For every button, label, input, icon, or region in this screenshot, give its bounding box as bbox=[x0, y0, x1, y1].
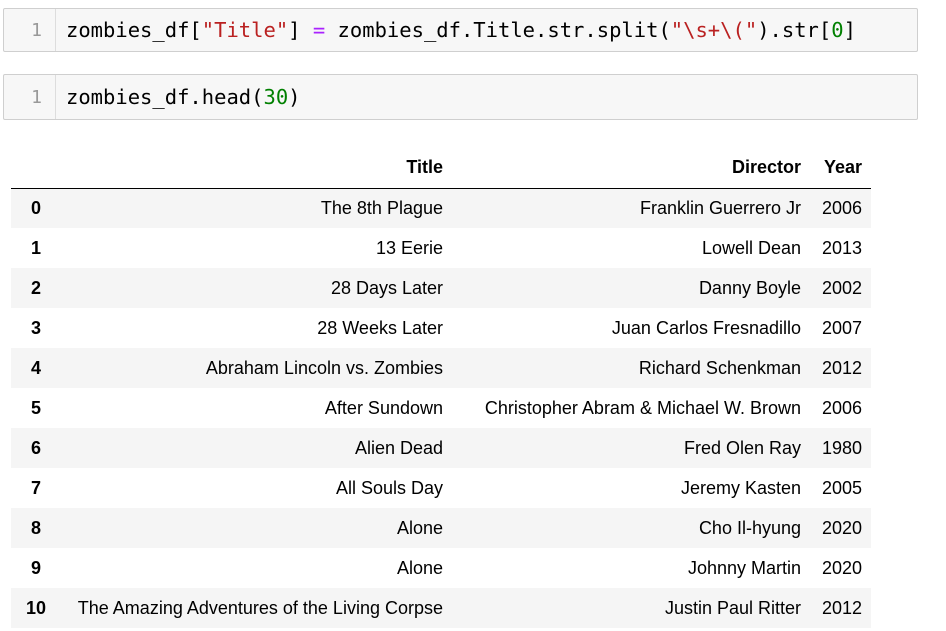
year-cell: 2020 bbox=[821, 557, 862, 578]
row-index: 1 bbox=[30, 237, 41, 258]
director-cell: Jeremy Kasten bbox=[680, 477, 801, 498]
code-token: = bbox=[312, 18, 326, 42]
director-cell: Johnny Martin bbox=[687, 557, 801, 578]
code-token: "Title" bbox=[201, 18, 289, 42]
director-cell: Lowell Dean bbox=[701, 237, 801, 258]
code-token: zombies_df[ bbox=[66, 18, 202, 42]
code-token: "\s+\(" bbox=[670, 18, 758, 42]
code-token: zombies_df.head( bbox=[66, 85, 264, 109]
director-cell: Danny Boyle bbox=[698, 277, 801, 298]
title-cell: Alien Dead bbox=[354, 437, 443, 458]
year-cell: 2020 bbox=[821, 517, 862, 538]
dataframe-output: Title Director Year 0 The 8th Plague Frank… bbox=[11, 148, 871, 628]
director-cell: Franklin Guerrero Jr bbox=[639, 197, 801, 218]
row-index: 0 bbox=[30, 197, 41, 218]
code-editor[interactable]: zombies_df["Title"] = zombies_df.Title.s… bbox=[56, 9, 917, 51]
cell-line-number: 1 bbox=[4, 9, 56, 51]
year-cell: 2012 bbox=[821, 597, 862, 618]
row-index: 10 bbox=[25, 597, 47, 618]
table-row: 5 After Sundown Christopher Abram & Michae… bbox=[11, 388, 871, 428]
director-cell: Richard Schenkman bbox=[638, 357, 801, 378]
row-index: 8 bbox=[30, 517, 41, 538]
row-index: 4 bbox=[30, 357, 41, 378]
table-row: 7 All Souls Day Jeremy Kasten 2005 bbox=[11, 468, 871, 508]
row-index: 7 bbox=[30, 477, 41, 498]
table-row: 1 13 Eerie Lowell Dean 2013 bbox=[11, 228, 871, 268]
title-cell: The 8th Plague bbox=[320, 197, 443, 218]
table-row: 4 Abraham Lincoln vs. Zombies Richard Sche… bbox=[11, 348, 871, 388]
title-cell: The Amazing Adventures of the Living Cor… bbox=[77, 597, 443, 618]
code-cell-2[interactable]: 1 zombies_df.head(30) bbox=[3, 74, 918, 120]
table-header-row: Title Director Year bbox=[11, 148, 871, 189]
year-cell: 2002 bbox=[821, 277, 862, 298]
table-row: 8 Alone Cho Il-hyung 2020 bbox=[11, 508, 871, 548]
director-cell: Christopher Abram & Michael W. Brown bbox=[484, 397, 801, 418]
table-row: 2 28 Days Later Danny Boyle 2002 bbox=[11, 268, 871, 308]
table-row: 6 Alien Dead Fred Olen Ray 1980 bbox=[11, 428, 871, 468]
year-cell: 2013 bbox=[821, 237, 862, 258]
director-cell: Juan Carlos Fresnadillo bbox=[611, 317, 801, 338]
title-cell: 28 Days Later bbox=[330, 277, 443, 298]
title-cell: 28 Weeks Later bbox=[317, 317, 443, 338]
table-body: 0 The 8th Plague Franklin Guerrero Jr 2006 1… bbox=[11, 188, 871, 628]
director-cell: Fred Olen Ray bbox=[683, 437, 801, 458]
row-index: 2 bbox=[30, 277, 41, 298]
code-token: 0 bbox=[831, 18, 844, 42]
code-token: ).str[ bbox=[757, 18, 832, 42]
director-cell: Cho Il-hyung bbox=[698, 517, 801, 538]
row-index: 3 bbox=[30, 317, 41, 338]
title-column-header: Title bbox=[61, 148, 452, 189]
code-token: zombies_df.Title.str.split( bbox=[325, 18, 671, 42]
year-cell: 2007 bbox=[821, 317, 862, 338]
row-index: 9 bbox=[30, 557, 41, 578]
code-token: ) bbox=[288, 85, 301, 109]
year-column-header: Year bbox=[810, 148, 871, 189]
title-cell: Abraham Lincoln vs. Zombies bbox=[205, 357, 443, 378]
title-cell: Alone bbox=[396, 557, 443, 578]
title-cell: 13 Eerie bbox=[375, 237, 443, 258]
code-token: ] bbox=[288, 18, 313, 42]
cell-line-number: 1 bbox=[4, 75, 56, 119]
year-cell: 2012 bbox=[821, 357, 862, 378]
code-cell-1[interactable]: 1 zombies_df["Title"] = zombies_df.Title… bbox=[3, 8, 918, 52]
director-cell: Justin Paul Ritter bbox=[664, 597, 801, 618]
code-token: 30 bbox=[263, 85, 289, 109]
row-index: 5 bbox=[30, 397, 41, 418]
title-cell: Alone bbox=[396, 517, 443, 538]
row-index: 6 bbox=[30, 437, 41, 458]
year-cell: 2006 bbox=[821, 197, 862, 218]
code-editor[interactable]: zombies_df.head(30) bbox=[56, 75, 917, 119]
table-row: 3 28 Weeks Later Juan Carlos Fresnadillo 20… bbox=[11, 308, 871, 348]
director-column-header: Director bbox=[452, 148, 810, 189]
year-cell: 1980 bbox=[821, 437, 862, 458]
table-row: 0 The 8th Plague Franklin Guerrero Jr 2006 bbox=[11, 188, 871, 228]
year-cell: 2005 bbox=[821, 477, 862, 498]
table-row: 9 Alone Johnny Martin 2020 bbox=[11, 548, 871, 588]
code-token: ] bbox=[843, 18, 856, 42]
year-cell: 2006 bbox=[821, 397, 862, 418]
index-header bbox=[11, 148, 61, 189]
title-cell: All Souls Day bbox=[335, 477, 443, 498]
table-row: 10 The Amazing Adventures of the Living C… bbox=[11, 588, 871, 628]
title-cell: After Sundown bbox=[324, 397, 443, 418]
